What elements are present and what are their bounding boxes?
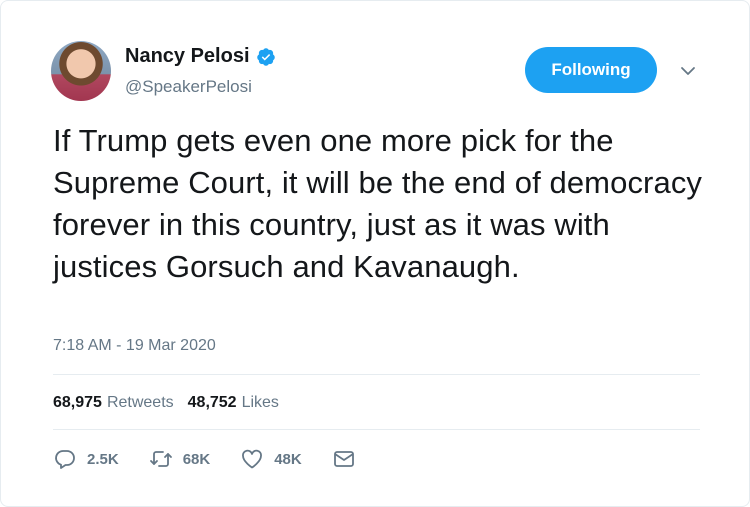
tweet-card: Nancy Pelosi @SpeakerPelosi Following If… (0, 0, 750, 507)
like-button[interactable]: 48K (240, 447, 302, 471)
retweets-label: Retweets (106, 394, 174, 411)
divider (53, 374, 700, 375)
reply-button[interactable]: 2.5K (53, 447, 119, 471)
likes-count: 48,752 (187, 394, 237, 411)
retweet-button[interactable]: 68K (149, 447, 211, 471)
verified-badge-icon (256, 47, 275, 66)
retweet-count: 68K (182, 450, 211, 468)
retweets-count: 68,975 (53, 394, 102, 411)
divider (53, 429, 700, 430)
author-name[interactable]: Nancy Pelosi (125, 45, 250, 68)
author-name-row: Nancy Pelosi (125, 45, 276, 68)
retweet-icon (149, 451, 172, 467)
like-count: 48K (274, 450, 302, 468)
dm-button[interactable] (332, 447, 356, 471)
following-button[interactable]: Following (525, 47, 657, 93)
dm-icon (333, 451, 354, 467)
tweet-actions: 2.5K 68K 48K (53, 447, 386, 471)
author-handle[interactable]: @SpeakerPelosi (125, 77, 252, 97)
likes-label: Likes (241, 394, 279, 411)
chevron-down-icon[interactable] (679, 65, 697, 77)
reply-icon (55, 450, 75, 469)
avatar[interactable] (51, 41, 111, 101)
reply-count: 2.5K (87, 450, 119, 468)
likes-stat[interactable]: 48,752 Likes (188, 394, 279, 412)
engagement-stats: 68,975 Retweets 48,752 Likes (53, 394, 293, 412)
tweet-text: If Trump gets even one more pick for the… (53, 123, 703, 284)
tweet-timestamp[interactable]: 7:18 AM - 19 Mar 2020 (53, 337, 216, 355)
retweets-stat[interactable]: 68,975 Retweets (53, 394, 174, 412)
like-icon (242, 449, 263, 469)
